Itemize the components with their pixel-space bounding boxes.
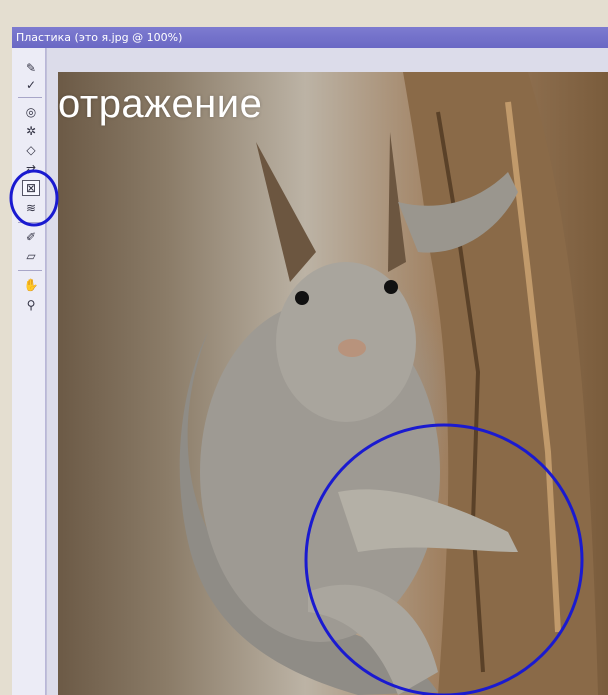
area-highlight-circle bbox=[304, 423, 584, 695]
tool-highlight-circle bbox=[9, 169, 59, 227]
highlight-overlay bbox=[9, 169, 584, 695]
